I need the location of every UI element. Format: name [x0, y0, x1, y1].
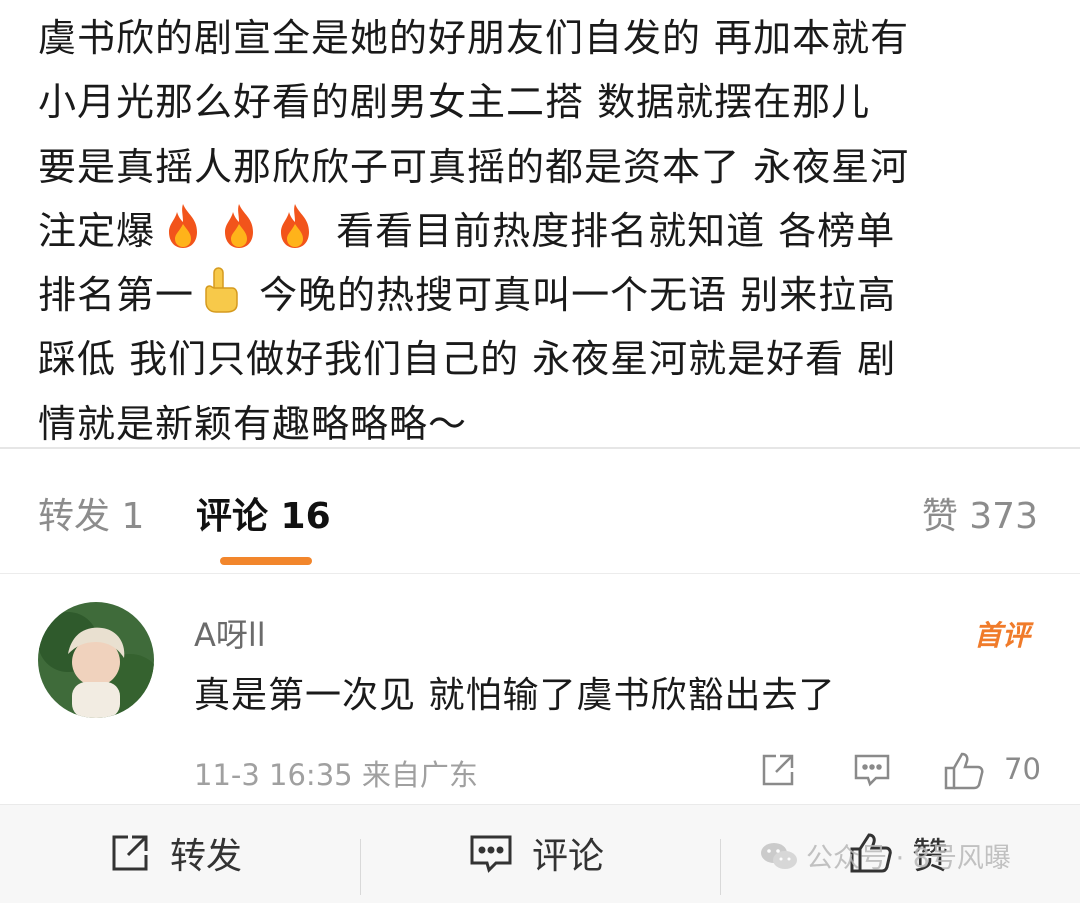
thumbs-up-icon[interactable] [942, 750, 986, 796]
share-icon[interactable] [758, 750, 798, 794]
repost-button[interactable]: 转发 [108, 823, 242, 883]
reply-icon[interactable] [852, 750, 892, 794]
tab-repost[interactable]: 转发 1 [38, 493, 144, 541]
tab-comment[interactable]: 评论 16 [196, 493, 331, 541]
post-body: 虞书欣的剧宣全是她的好朋友们自发的 再加本就有 小月光那么好看的剧男女主二搭 数… [0, 0, 1080, 447]
comment-text: 真是第一次见 就怕输了虞书欣豁出去了 [194, 675, 836, 716]
post-line: 踩低 我们只做好我们自己的 永夜星河就是好看 剧 [38, 337, 897, 382]
share-icon [112, 835, 148, 871]
post-line-with-emoji: 排名第一 今晚的热搜可真叫一个无语 别来拉高 [38, 263, 1048, 327]
post-line-text: 排名第一 [38, 273, 195, 318]
fire-icon [217, 202, 261, 269]
post-line-text: 注定爆 [38, 208, 156, 253]
divider [360, 839, 361, 895]
comment-icon [470, 835, 512, 873]
post-line-text: 看看目前热度排名就知道 各榜单 [336, 208, 896, 253]
post-line: 要是真摇人那欣欣子可真摇的都是资本了 永夜星河 [38, 144, 910, 189]
avatar[interactable] [38, 602, 154, 718]
first-comment-badge: 首评 [973, 619, 1030, 652]
post-line-text: 今晚的热搜可真叫一个无语 别来拉高 [259, 273, 897, 318]
post-line: 虞书欣的剧宣全是她的好朋友们自发的 再加本就有 [38, 16, 910, 60]
divider [720, 839, 721, 895]
comment-label: 评论 [532, 836, 605, 877]
fire-icon [161, 202, 205, 269]
watermark: 公众号 · 8号风曝 [760, 836, 1011, 875]
post-line: 小月光那么好看的剧男女主二搭 数据就摆在那儿 [38, 80, 871, 125]
comment-item: A呀ll 首评 真是第一次见 就怕输了虞书欣豁出去了 11-3 16:35 来自… [0, 574, 1080, 804]
tab-like[interactable]: 赞 373 [922, 493, 1038, 541]
comment-username[interactable]: A呀ll [194, 610, 266, 656]
post-text: 虞书欣的剧宣全是她的好朋友们自发的 再加本就有 小月光那么好看的剧男女主二搭 数… [38, 6, 1048, 456]
watermark-text: 公众号 · 8号风曝 [806, 843, 1011, 874]
active-tab-indicator [220, 557, 312, 565]
repost-label: 转发 [170, 836, 243, 877]
interaction-tabs: 转发 1 评论 16 赞 373 [0, 449, 1080, 573]
comment-meta: 11-3 16:35 来自广东 [194, 758, 478, 792]
pointing-up-icon [200, 266, 240, 333]
post-line-with-emoji: 注定爆 看看目前热度排名就知道 各榜单 [38, 199, 1048, 263]
comment-like-count: 70 [1004, 752, 1041, 786]
comment-button[interactable]: 评论 [468, 823, 604, 883]
wechat-icon [761, 842, 797, 869]
fire-icon [273, 202, 317, 269]
